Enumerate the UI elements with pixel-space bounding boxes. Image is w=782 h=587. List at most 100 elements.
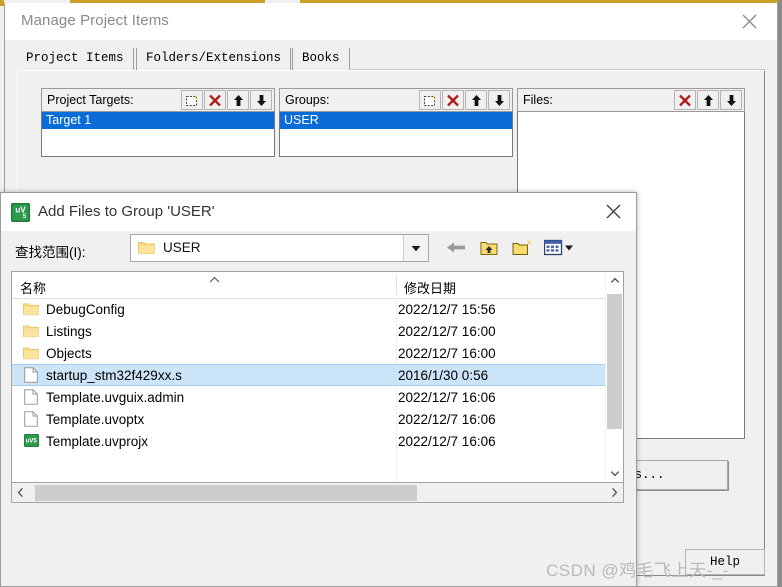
folder-icon	[22, 324, 40, 338]
dialog-titlebar: uV 5 Add Files to Group 'USER'	[1, 193, 636, 231]
file-list-vertical-scrollbar[interactable]	[605, 272, 623, 482]
move-down-icon[interactable]	[720, 90, 742, 110]
project-targets-toolbar	[181, 90, 272, 110]
close-icon[interactable]	[590, 193, 636, 230]
list-item[interactable]: Template.uvguix.admin 2022/12/7 16:06	[12, 386, 623, 408]
move-up-icon[interactable]	[227, 90, 249, 110]
files-label: Files:	[523, 93, 553, 107]
list-item[interactable]: Template.uvoptx 2022/12/7 16:06	[12, 408, 623, 430]
navigation-toolbar	[444, 236, 575, 258]
move-down-icon[interactable]	[250, 90, 272, 110]
file-date: 2022/12/7 15:56	[398, 301, 496, 317]
view-mode-icon[interactable]	[543, 236, 575, 258]
window-right-edge	[778, 0, 782, 587]
folder-icon	[22, 302, 40, 316]
file-name: startup_stm32f429xx.s	[46, 367, 182, 383]
new-folder-icon[interactable]	[510, 236, 534, 258]
chevron-down-icon[interactable]	[606, 465, 623, 482]
scrollbar-thumb[interactable]	[35, 485, 417, 501]
tab-label: Books	[302, 51, 340, 65]
file-browser-list[interactable]: 名称 修改日期 DebugConfig 2022/12/7 15:56 List…	[11, 271, 624, 483]
look-in-combobox[interactable]: USER	[130, 234, 429, 262]
file-date: 2016/1/30 0:56	[398, 367, 489, 383]
help-button[interactable]: Help	[685, 549, 765, 575]
project-targets-column: Project Targets: Target 1	[41, 88, 275, 157]
file-date: 2022/12/7 16:06	[398, 433, 496, 449]
help-button-label: Help	[709, 555, 740, 569]
dialog-title: Add Files to Group 'USER'	[38, 203, 215, 220]
file-date: 2022/12/7 16:06	[398, 389, 496, 405]
new-item-icon[interactable]	[419, 90, 441, 110]
files-header: Files:	[517, 88, 745, 111]
list-item-selected[interactable]: USER	[280, 112, 512, 129]
file-icon	[22, 389, 40, 405]
file-date: 2022/12/7 16:06	[398, 411, 496, 427]
project-targets-list[interactable]: Target 1	[41, 111, 275, 157]
list-item-selected[interactable]: startup_stm32f429xx.s 2016/1/30 0:56	[12, 364, 623, 386]
list-item[interactable]: DebugConfig 2022/12/7 15:56	[12, 298, 623, 320]
up-folder-icon[interactable]	[477, 236, 501, 258]
screen-root: Manage Project Items Project Items Folde…	[0, 0, 782, 587]
sort-indicator-icon	[208, 275, 221, 287]
add-files-button[interactable]: es...	[622, 460, 728, 490]
add-files-dialog: uV 5 Add Files to Group 'USER' 查找范围(I):	[0, 192, 637, 587]
look-in-row: 查找范围(I): USER	[1, 231, 636, 271]
file-list-body: DebugConfig 2022/12/7 15:56 Listings 202…	[12, 298, 623, 482]
groups-toolbar	[419, 90, 510, 110]
groups-header: Groups:	[279, 88, 513, 111]
column-header-name[interactable]: 名称	[20, 278, 46, 297]
new-item-icon[interactable]	[181, 90, 203, 110]
groups-list[interactable]: USER	[279, 111, 513, 157]
list-item[interactable]: uV5 Template.uvprojx 2022/12/7 16:06	[12, 430, 623, 452]
tab-folders-extensions[interactable]: Folders/Extensions	[136, 48, 292, 70]
uvision-file-icon: uV5	[22, 434, 40, 448]
look-in-label: 查找范围(I):	[15, 245, 86, 260]
tab-label: Project Items	[26, 51, 124, 65]
folder-icon	[138, 240, 155, 255]
column-header-date[interactable]: 修改日期	[404, 278, 456, 297]
file-name: DebugConfig	[46, 301, 125, 317]
file-icon	[22, 367, 40, 383]
page-title: Manage Project Items	[21, 12, 169, 29]
file-icon	[22, 411, 40, 427]
groups-column: Groups: USER	[279, 88, 513, 157]
file-date: 2022/12/7 16:00	[398, 323, 496, 339]
project-targets-label: Project Targets:	[47, 93, 134, 107]
file-list-header: 名称 修改日期	[12, 272, 623, 299]
header-separator	[396, 275, 397, 295]
groups-label: Groups:	[285, 93, 330, 107]
folder-icon	[22, 346, 40, 360]
file-name: Objects	[46, 345, 92, 361]
chevron-down-icon[interactable]	[403, 235, 428, 261]
project-targets-header: Project Targets:	[41, 88, 275, 111]
chevron-up-icon[interactable]	[606, 272, 623, 289]
delete-icon[interactable]	[674, 90, 696, 110]
close-icon[interactable]	[727, 3, 771, 39]
tab-books[interactable]: Books	[292, 48, 350, 70]
scrollbar-thumb[interactable]	[607, 294, 622, 429]
file-name: Template.uvoptx	[46, 411, 145, 427]
mpi-titlebar: Manage Project Items	[5, 3, 777, 40]
move-up-icon[interactable]	[697, 90, 719, 110]
uvision-app-icon: uV 5	[11, 203, 30, 222]
list-item[interactable]: Objects 2022/12/7 16:00	[12, 342, 623, 364]
file-name: Listings	[46, 323, 92, 339]
file-date: 2022/12/7 16:00	[398, 345, 496, 361]
tab-label: Folders/Extensions	[146, 51, 282, 65]
tab-project-items[interactable]: Project Items	[17, 48, 134, 70]
back-arrow-icon[interactable]	[444, 236, 468, 258]
delete-icon[interactable]	[442, 90, 464, 110]
delete-icon[interactable]	[204, 90, 226, 110]
look-in-value: USER	[163, 240, 201, 255]
move-down-icon[interactable]	[488, 90, 510, 110]
chevron-left-icon[interactable]	[12, 483, 29, 502]
move-up-icon[interactable]	[465, 90, 487, 110]
svg-text:uV5: uV5	[25, 438, 37, 445]
file-name: Template.uvguix.admin	[46, 389, 185, 405]
file-list-horizontal-scrollbar[interactable]	[11, 483, 624, 503]
tabstrip: Project Items Folders/Extensions Books	[17, 48, 765, 70]
list-item-selected[interactable]: Target 1	[42, 112, 274, 129]
list-item[interactable]: Listings 2022/12/7 16:00	[12, 320, 623, 342]
chevron-right-icon[interactable]	[606, 483, 623, 502]
file-name: Template.uvprojx	[46, 433, 149, 449]
